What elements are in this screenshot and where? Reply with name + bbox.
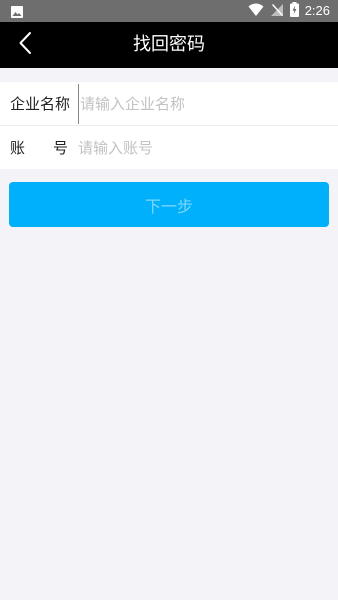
company-label: 企业名称 (10, 95, 71, 113)
account-label-char-1: 账 (10, 139, 26, 157)
recovery-form: 企业名称 账 号 (0, 82, 338, 169)
account-input[interactable] (78, 127, 328, 168)
wifi-icon (248, 2, 264, 21)
company-name-input[interactable] (78, 83, 328, 124)
status-bar: 2:26 (0, 0, 338, 22)
status-time: 2:26 (304, 3, 330, 18)
image-icon (10, 4, 24, 18)
next-step-button[interactable]: 下一步 (9, 182, 329, 227)
battery-charging-icon (289, 1, 299, 21)
chevron-left-icon (18, 31, 32, 59)
back-button[interactable] (6, 26, 44, 64)
account-label-char-2: 号 (52, 139, 68, 157)
account-label: 账 号 (0, 137, 78, 158)
nav-bar: 找回密码 (0, 22, 338, 68)
page-title: 找回密码 (133, 34, 205, 55)
company-row: 企业名称 (0, 82, 338, 126)
account-row: 账 号 (0, 126, 338, 169)
signal-icon (270, 2, 284, 21)
